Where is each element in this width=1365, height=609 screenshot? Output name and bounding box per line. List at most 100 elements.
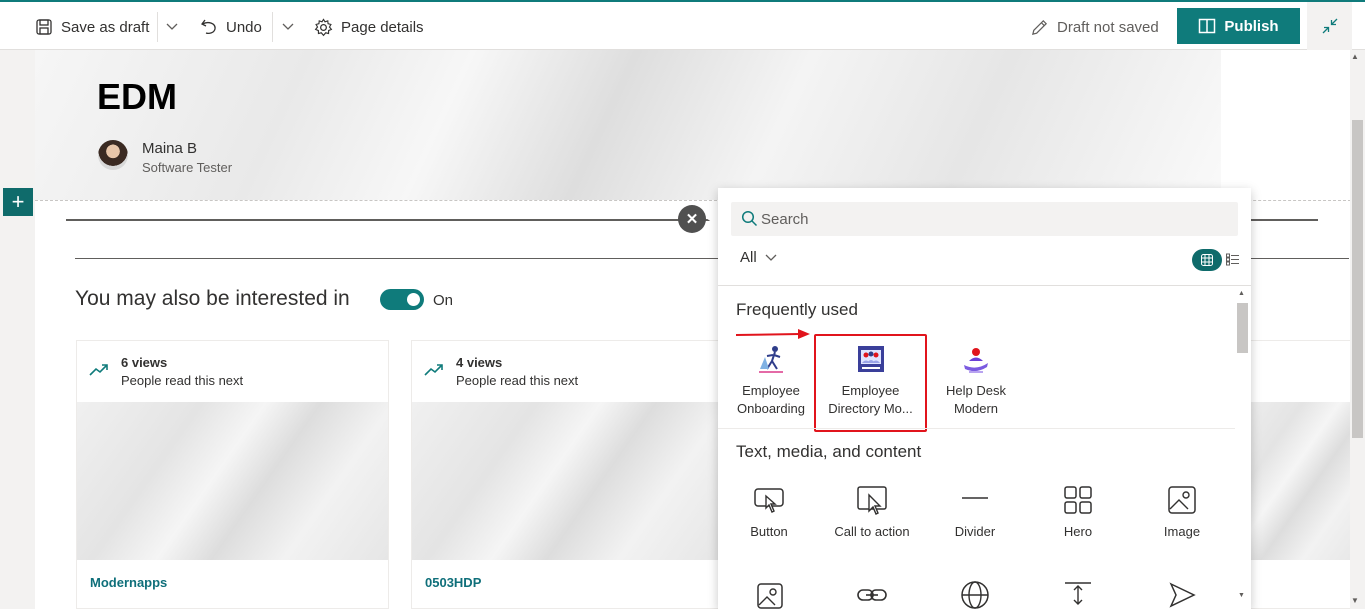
directory-icon [857,346,884,372]
undo-label: Undo [226,18,262,36]
web-part-divider[interactable]: Divider [925,481,1025,541]
group-separator [718,428,1235,429]
web-part-call-to-action[interactable]: Call to action [822,481,922,541]
recommendations-toggle[interactable] [380,289,424,310]
helpdesk-icon [964,348,988,373]
tile-label: Employee Onboarding [737,383,805,416]
avatar [98,140,128,170]
page-scrollbar-thumb[interactable] [1352,120,1363,438]
toolbox-scroll-down[interactable]: ▼ [1238,592,1245,599]
recommendation-card[interactable]: 6 views People read this next Modernapps [76,340,389,609]
page-title[interactable]: EDM [97,76,177,118]
annotation-arrow [736,329,810,339]
grid-view-button[interactable] [1192,249,1222,271]
plus-icon: + [11,189,25,214]
add-section-button[interactable]: + [3,188,33,216]
scroll-up-arrow[interactable]: ▲ [1351,52,1359,61]
grid-icon [1201,254,1213,266]
draft-status: Draft not saved [1030,14,1159,40]
author-role: Software Tester [142,160,233,175]
globe-icon [961,581,989,609]
image-icon [1168,486,1196,514]
web-part-web[interactable] [925,576,1025,609]
text-media-heading: Text, media, and content [736,442,922,461]
search-box[interactable] [731,202,1238,236]
search-input[interactable] [761,208,1221,230]
card-views: 4 views [456,355,503,370]
collapse-button[interactable] [1307,2,1352,50]
toolbox-scroll-up[interactable]: ▲ [1238,290,1245,297]
publish-label: Publish [1224,17,1279,35]
web-part-toolbox: All Frequently used EmployeeOnboarding E… [718,188,1251,609]
link-icon [857,589,887,601]
collapse-icon [1322,18,1337,34]
web-part-employee-directory[interactable]: Employee Directory Mo... [814,334,927,432]
web-part-image-gallery[interactable] [719,576,819,609]
save-as-draft-button[interactable]: Save as draft [35,14,149,40]
command-bar: Save as draft Undo Page details Draft no… [0,0,1365,50]
card-title-link[interactable]: Modernapps [90,575,167,590]
search-icon [741,210,758,227]
chevron-down-icon [765,254,777,261]
tile-label: Hero [1063,524,1093,539]
author-name: Maina B [142,140,198,157]
card-subtitle: People read this next [121,373,244,388]
save-options-dropdown[interactable] [166,14,186,40]
close-icon: ✕ [685,211,699,228]
web-part-help-desk-modern[interactable]: Help Desk Modern [926,340,1026,418]
category-filter-dropdown[interactable]: All [740,249,777,266]
toolbox-divider [718,285,1251,286]
card-subtitle: People read this next [456,373,579,388]
hero-icon [1064,486,1092,514]
play-icon [1169,582,1196,608]
save-icon [36,19,52,35]
tile-label: Call to action [834,524,910,539]
web-part-hero[interactable]: Hero [1028,481,1128,541]
tile-label: Help Desk Modern [946,383,1006,416]
web-part-employee-onboarding[interactable]: Employee Onboarding [721,340,821,418]
close-insert-button[interactable]: ✕ [678,205,706,233]
trending-icon [89,364,108,376]
save-as-draft-label: Save as draft [61,18,150,36]
title-area[interactable]: EDM Maina B Software Tester [35,50,1221,200]
publish-button[interactable]: Publish [1177,8,1300,44]
tile-label: Button [750,524,788,539]
card-views: 6 views [121,355,168,370]
undo-icon [201,19,216,35]
filter-label: All [740,249,757,266]
web-part-button[interactable]: Button [719,481,819,541]
card-thumbnail [77,402,388,560]
divider-icon [962,497,988,499]
toolbar-divider [272,12,273,42]
spacer-icon [1065,582,1091,605]
page-details-label: Page details [341,18,424,36]
list-view-icon[interactable] [1226,253,1239,266]
onboarding-icon [759,346,783,373]
tile-label: Image [1163,524,1201,539]
undo-options-dropdown[interactable] [282,14,302,40]
call-to-action-icon [857,486,887,515]
button-icon [754,488,784,513]
frequently-used-heading: Frequently used [736,300,858,319]
undo-button[interactable]: Undo [200,14,262,40]
page-details-button[interactable]: Page details [314,14,424,40]
web-part-image[interactable]: Image [1132,481,1232,541]
tile-label: Employee Directory Mo... [828,383,913,416]
toggle-state-label: On [433,292,454,309]
recommendation-card[interactable]: 4 views People read this next 0503HDP [411,340,724,609]
pencil-icon [1032,19,1048,35]
web-part-stream[interactable] [1132,576,1232,609]
toolbox-scrollbar-thumb[interactable] [1237,303,1248,353]
trending-icon [424,364,443,376]
draft-status-label: Draft not saved [1057,18,1159,36]
toolbar-divider [157,12,158,42]
card-thumbnail [412,402,723,560]
gear-icon [314,17,333,36]
book-icon [1199,18,1216,34]
web-part-spacer[interactable] [1028,576,1128,609]
scroll-down-arrow[interactable]: ▼ [1351,596,1359,605]
chevron-down-icon [282,23,294,30]
card-title-link[interactable]: 0503HDP [425,575,481,590]
image-gallery-icon [757,583,783,609]
web-part-link[interactable] [822,576,922,609]
